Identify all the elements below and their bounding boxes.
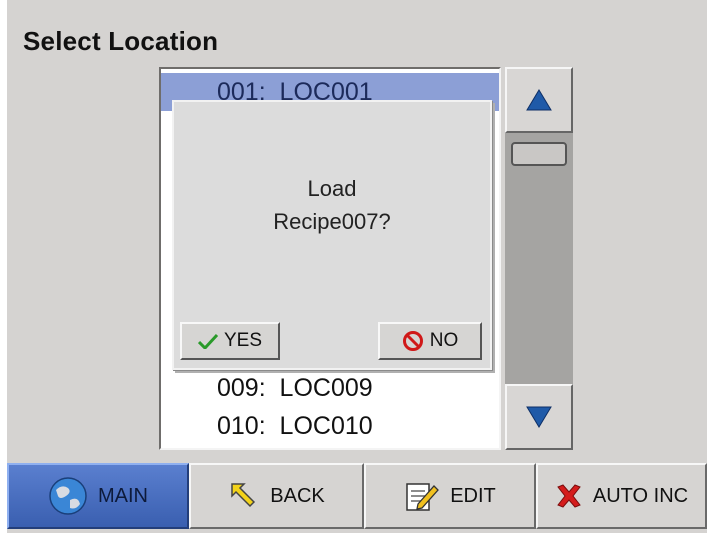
globe-icon [48,476,88,516]
scroll-thumb[interactable] [511,142,567,166]
no-button[interactable]: NO [378,322,482,360]
prohibit-icon [402,330,424,352]
yes-button-label: YES [223,330,263,351]
edit-button[interactable]: EDIT [364,463,536,529]
dialog-message: Load Recipe007? [174,172,490,238]
no-button-label: NO [429,330,459,351]
yes-button[interactable]: YES [180,322,280,360]
page-title: Select Location [23,26,219,56]
scroll-up-button[interactable] [505,67,573,133]
dialog-message-line2: Recipe007? [273,209,391,234]
back-arrow-icon [228,480,260,512]
triangle-up-icon [526,89,552,111]
triangle-down-icon [526,406,552,428]
back-button-label: BACK [270,484,325,507]
dialog-message-line1: Load [307,176,357,201]
main-button[interactable]: MAIN [7,463,189,529]
auto-inc-button[interactable]: AUTO INC [536,463,707,529]
scrollbar[interactable] [505,67,573,450]
main-button-label: MAIN [98,484,148,507]
scroll-down-button[interactable] [505,384,573,450]
checkmark-icon [197,333,218,349]
auto-inc-button-label: AUTO INC [592,484,689,507]
red-x-icon [555,482,583,510]
confirm-dialog: Load Recipe007? YES NO [172,100,492,370]
back-button[interactable]: BACK [189,463,364,529]
list-item[interactable]: 009: LOC009 [161,369,499,407]
list-item[interactable]: 010: LOC010 [161,407,499,445]
edit-note-icon [404,480,440,512]
edit-button-label: EDIT [450,484,496,507]
